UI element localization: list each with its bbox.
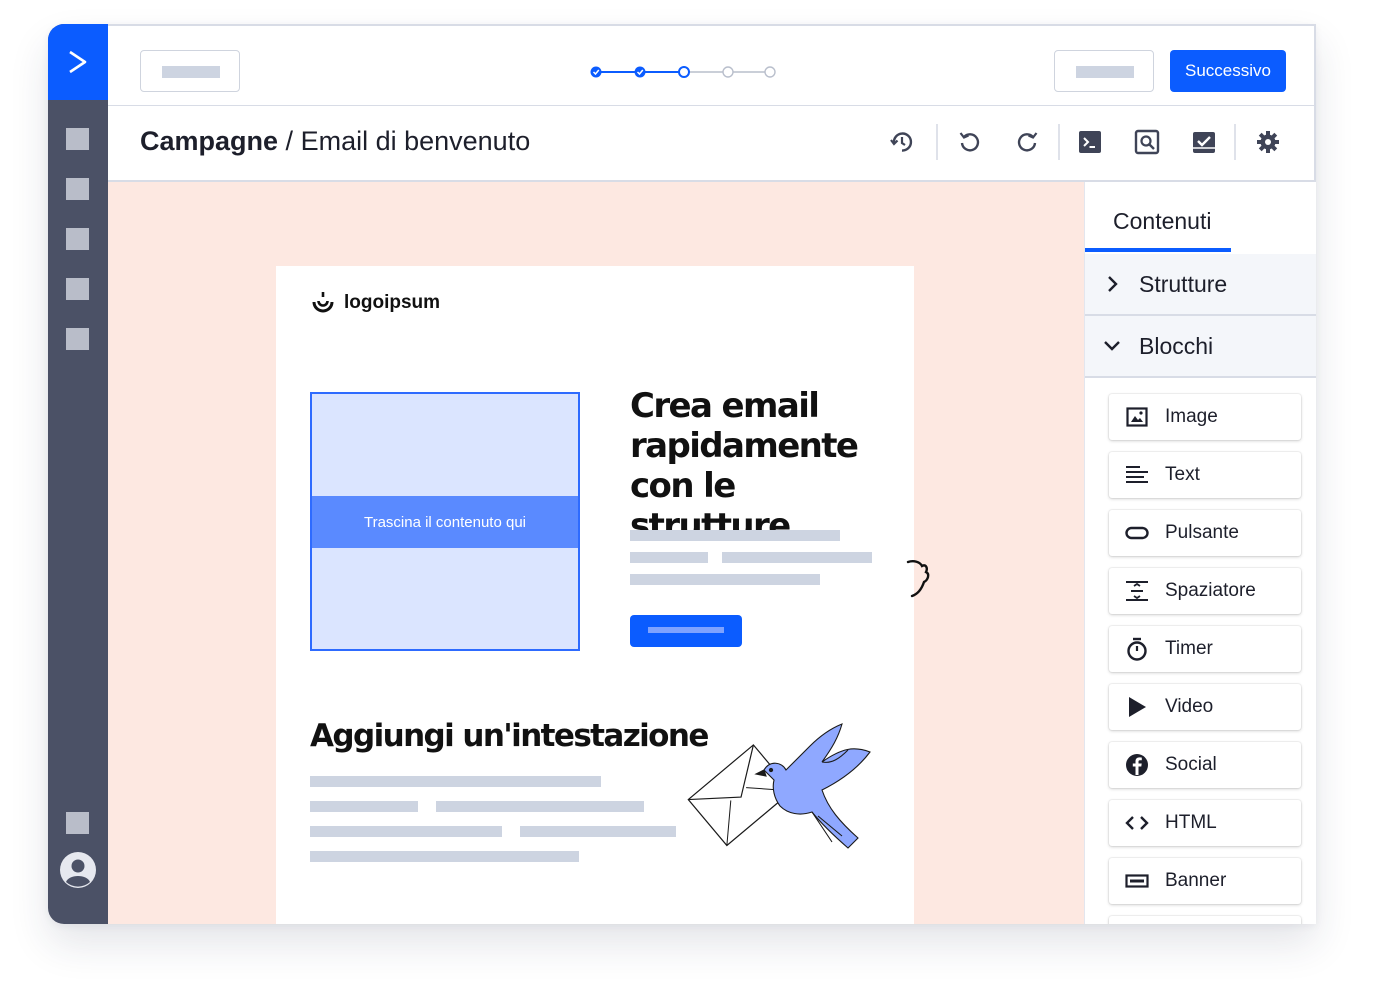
editor-canvas: logoipsum Trascina il contenuto qui Crea… [108,182,1084,924]
progress-stepper [590,62,780,82]
step-5-todo-icon [764,66,776,78]
content-dropzone[interactable]: Trascina il contenuto qui [310,392,580,651]
block-label: Spaziatore [1165,580,1256,601]
image-icon [1126,407,1148,427]
rail-nav-item-1[interactable] [66,128,89,150]
breadcrumb-section[interactable]: Campagne [140,126,278,156]
next-button[interactable]: Successivo [1170,50,1286,92]
spacer-icon [1126,581,1148,601]
text-placeholder-line [520,826,676,837]
step-4-todo-icon [722,66,734,78]
email-headline[interactable]: Crea email rapidamente con le strutture [630,386,900,546]
rail-nav-item-2[interactable] [66,178,89,200]
left-rail [48,24,108,924]
html-code-icon [1125,816,1149,830]
section-label: Blocchi [1139,332,1214,359]
secondary-action-button[interactable] [1054,50,1154,92]
block-label: Pulsante [1165,522,1239,543]
play-icon [1129,697,1146,717]
section-blocchi[interactable]: Blocchi [1085,316,1316,378]
check-icon[interactable] [1186,124,1222,160]
settings-icon[interactable] [1250,124,1286,160]
block-spaziatore[interactable]: Spaziatore [1109,568,1301,614]
block-html[interactable]: HTML [1109,800,1301,846]
facebook-icon [1126,754,1148,776]
button-icon [1125,526,1149,540]
text-placeholder-line [310,776,601,787]
chevron-down-icon [1104,341,1120,351]
block-pulsante[interactable]: Pulsante [1109,510,1301,556]
title-bar: Campagne / Email di benvenuto [108,106,1316,182]
section-strutture[interactable]: Strutture [1085,254,1316,316]
block-more[interactable] [1109,916,1301,924]
drag-cursor-icon [906,560,930,598]
block-label: Image [1165,406,1218,427]
block-banner[interactable]: Banner [1109,858,1301,904]
logo-text: logoipsum [344,292,441,313]
block-label: Timer [1165,638,1213,659]
cta-button-placeholder[interactable] [630,615,742,647]
tab-contenuti[interactable]: Contenuti [1113,208,1211,235]
logo-mark-icon [312,292,334,313]
rail-nav-item-4[interactable] [66,278,89,300]
envelope-bird-illustration [682,718,892,868]
chevron-right-icon [1108,276,1118,292]
block-image[interactable]: Image [1109,394,1301,440]
code-icon[interactable] [1072,124,1108,160]
undo-icon[interactable] [952,124,988,160]
text-placeholder-line [310,801,418,812]
top-bar: Successivo [108,24,1316,106]
text-placeholder-line [630,530,840,541]
content-panel: Contenuti Strutture Blocchi Image Text P… [1084,182,1316,924]
brand-logo-icon[interactable] [48,24,108,100]
dove-icon [754,723,871,849]
history-icon[interactable] [884,124,920,160]
text-icon [1126,466,1148,483]
block-label: Video [1165,696,1214,717]
email-subheading[interactable]: Aggiungi un'intestazione [310,718,709,754]
text-placeholder-line [630,574,820,585]
block-label: Banner [1165,870,1227,891]
section-label: Strutture [1139,270,1228,297]
step-1-done-icon [590,66,602,78]
breadcrumb-separator: / [278,126,301,156]
block-label: Text [1165,464,1200,485]
block-label: HTML [1165,812,1217,833]
text-placeholder-line [310,851,579,862]
dropzone-label: Trascina il contenuto qui [312,496,578,548]
block-video[interactable]: Video [1109,684,1301,730]
text-placeholder-line [436,801,644,812]
app-window: Successivo Campagne / Email di benvenuto [48,24,1316,924]
block-text[interactable]: Text [1109,452,1301,498]
text-placeholder-line [310,826,502,837]
user-avatar-icon[interactable] [60,852,96,888]
block-label: Social [1165,754,1217,775]
back-button[interactable] [140,50,240,92]
block-social[interactable]: Social [1109,742,1301,788]
email-preview: logoipsum Trascina il contenuto qui Crea… [276,266,914,924]
step-2-done-icon [634,66,646,78]
text-placeholder-line [722,552,872,563]
redo-icon[interactable] [1009,124,1045,160]
block-timer[interactable]: Timer [1109,626,1301,672]
breadcrumb: Campagne / Email di benvenuto [140,126,530,157]
rail-nav-item-5[interactable] [66,328,89,350]
page-title: Email di benvenuto [300,126,531,156]
preview-icon[interactable] [1129,124,1165,160]
banner-icon [1125,874,1149,888]
timer-icon [1127,637,1147,661]
step-3-current-icon [678,66,690,78]
logo: logoipsum [310,290,440,316]
text-placeholder-line [630,552,708,563]
active-tab-indicator [1085,248,1231,252]
rail-nav-item-3[interactable] [66,228,89,250]
rail-nav-item-6[interactable] [66,812,89,834]
